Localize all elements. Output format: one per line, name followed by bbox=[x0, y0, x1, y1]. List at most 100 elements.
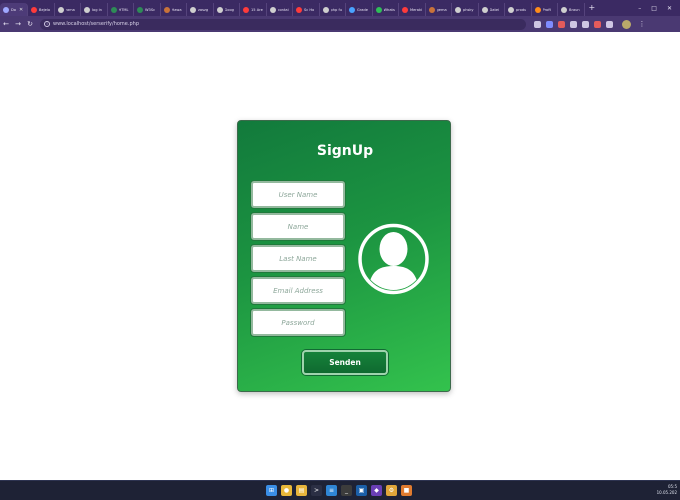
name-input[interactable] bbox=[253, 215, 343, 238]
browser-tab[interactable]: log in bbox=[81, 3, 108, 16]
system-clock[interactable]: 05:5 10.05.202 bbox=[657, 484, 677, 496]
tab-label: produ bbox=[516, 7, 527, 12]
browser-tab[interactable]: 15 Are bbox=[240, 3, 267, 16]
tab-label: Meraki bbox=[410, 7, 423, 12]
tab-favicon-icon bbox=[508, 6, 514, 13]
last-name-field[interactable] bbox=[251, 245, 345, 272]
username-input[interactable] bbox=[253, 183, 343, 206]
tab-label: HTML bbox=[118, 7, 129, 12]
browser-tab[interactable]: W3Sc bbox=[134, 3, 161, 16]
tab-favicon-icon bbox=[3, 6, 9, 13]
browser-tab[interactable]: Bejelo bbox=[28, 3, 55, 16]
editor-icon[interactable]: ▣ bbox=[356, 485, 367, 496]
browser-tab[interactable]: Whats bbox=[373, 3, 399, 16]
tab-label: php fu bbox=[330, 7, 343, 12]
username-field[interactable] bbox=[251, 181, 345, 208]
tab-label: Datei bbox=[489, 7, 500, 12]
browser-tab[interactable]: Braun bbox=[558, 3, 585, 16]
tab-label: 15 Are bbox=[251, 7, 263, 12]
tab-favicon-icon bbox=[137, 6, 143, 13]
browser-tab[interactable]: gema bbox=[426, 3, 452, 16]
tab-favicon-icon bbox=[216, 6, 223, 13]
tab-label: Whats bbox=[383, 7, 395, 12]
browser-tab[interactable]: Hawa bbox=[161, 3, 187, 16]
tab-label: Profil bbox=[542, 7, 552, 12]
browser-tab[interactable]: contai bbox=[267, 3, 293, 16]
password-input[interactable] bbox=[253, 311, 343, 334]
browser-tab[interactable]: Grade bbox=[346, 3, 373, 16]
tab-label: Grade bbox=[357, 7, 368, 12]
tab-close-icon[interactable]: ✕ bbox=[19, 7, 23, 13]
tab-label: Bejelo bbox=[39, 7, 51, 12]
extension-icon[interactable] bbox=[582, 20, 589, 28]
tab-label: contai bbox=[277, 7, 289, 12]
tab-favicon-icon bbox=[375, 6, 382, 13]
browser-tab[interactable]: Sc Ho bbox=[293, 3, 320, 16]
chrome-icon[interactable]: ● bbox=[281, 485, 292, 496]
tab-label: gema bbox=[436, 7, 447, 12]
tab-favicon-icon bbox=[57, 6, 64, 13]
profile-avatar[interactable] bbox=[622, 19, 631, 29]
signup-card: SignUp Senden bbox=[237, 120, 451, 392]
window-controls: – □ ✕ bbox=[638, 0, 680, 16]
tab-favicon-icon bbox=[428, 6, 435, 13]
maximize-button[interactable]: □ bbox=[651, 5, 657, 12]
tab-favicon-icon bbox=[296, 6, 302, 13]
console-icon[interactable]: _ bbox=[341, 485, 352, 496]
url-field[interactable]: i www.localhost/serserify/home.php bbox=[40, 18, 526, 30]
browser-tab[interactable]: rama bbox=[55, 3, 81, 16]
browser-tab[interactable]: php fu bbox=[320, 3, 346, 16]
menu-icon[interactable]: ⋮ bbox=[636, 20, 648, 28]
browser-tab[interactable]: produ bbox=[505, 3, 532, 16]
senden-button[interactable]: Senden bbox=[302, 350, 388, 375]
email-field[interactable] bbox=[251, 277, 345, 304]
name-field[interactable] bbox=[251, 213, 345, 240]
browser-tab[interactable]: zaszg bbox=[187, 3, 214, 16]
close-window-button[interactable]: ✕ bbox=[667, 5, 672, 12]
extension-icon[interactable] bbox=[546, 20, 553, 28]
browser-tab[interactable]: HTML bbox=[108, 3, 134, 16]
address-bar: ← → ↻ i www.localhost/serserify/home.php… bbox=[0, 16, 680, 32]
site-info-icon[interactable]: i bbox=[44, 21, 50, 27]
browser-tab[interactable]: Goog bbox=[214, 3, 240, 16]
tab-favicon-icon bbox=[402, 6, 408, 13]
browser-tab[interactable]: phsky bbox=[452, 3, 479, 16]
tab-favicon-icon bbox=[561, 6, 567, 13]
terminal-icon[interactable]: > bbox=[311, 485, 322, 496]
folder-icon[interactable]: ▤ bbox=[296, 485, 307, 496]
minimize-button[interactable]: – bbox=[638, 5, 641, 12]
settings-icon[interactable]: ⚙ bbox=[386, 485, 397, 496]
windows-icon[interactable]: ⊞ bbox=[266, 485, 277, 496]
new-tab-button[interactable]: + bbox=[589, 3, 596, 13]
tab-favicon-icon bbox=[534, 6, 541, 13]
tab-label: Goog bbox=[224, 7, 234, 12]
tab-favicon-icon bbox=[322, 6, 329, 13]
reload-button[interactable]: ↻ bbox=[24, 20, 36, 28]
extension-icon[interactable] bbox=[558, 20, 565, 28]
browser-tab[interactable]: Do ✕ bbox=[0, 3, 28, 16]
url-text[interactable]: www.localhost/serserify/home.php bbox=[53, 21, 139, 27]
browser-tab[interactable]: Meraki bbox=[399, 3, 426, 16]
extension-icon[interactable] bbox=[570, 20, 577, 28]
os-taskbar: ⊞ ● ▤ > ≡ _ ▣ ◆ ⚙ ■ 05:5 10.05.202 bbox=[0, 480, 680, 500]
email-input[interactable] bbox=[253, 279, 343, 302]
password-field[interactable] bbox=[251, 309, 345, 336]
tab-favicon-icon bbox=[84, 6, 90, 13]
extension-icon[interactable] bbox=[594, 20, 601, 28]
taskbar-apps: ⊞ ● ▤ > ≡ _ ▣ ◆ ⚙ ■ bbox=[266, 485, 412, 496]
browser-tab[interactable]: Profil bbox=[532, 3, 558, 16]
extension-icon[interactable] bbox=[534, 20, 541, 28]
extension-toolbar: ⋮ bbox=[534, 19, 648, 29]
extension-icon[interactable] bbox=[606, 20, 613, 28]
tab-favicon-icon bbox=[31, 6, 37, 13]
app-icon[interactable]: ■ bbox=[401, 485, 412, 496]
tab-favicon-icon bbox=[349, 6, 355, 13]
forward-button[interactable]: → bbox=[12, 20, 24, 28]
last-name-input[interactable] bbox=[253, 247, 343, 270]
browser-tab[interactable]: Datei bbox=[479, 3, 505, 16]
tab-favicon-icon bbox=[190, 6, 196, 13]
tab-favicon-icon bbox=[269, 6, 276, 13]
vscode-icon[interactable]: ≡ bbox=[326, 485, 337, 496]
visual-studio-icon[interactable]: ◆ bbox=[371, 485, 382, 496]
back-button[interactable]: ← bbox=[0, 20, 12, 28]
